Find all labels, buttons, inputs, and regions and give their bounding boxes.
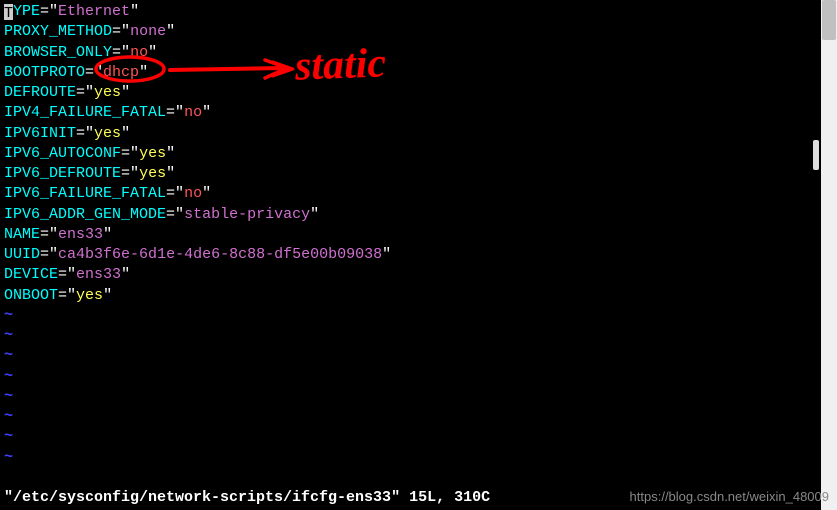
config-line: IPV4_FAILURE_FATAL="no" bbox=[4, 103, 833, 123]
config-line: IPV6_ADDR_GEN_MODE="stable-privacy" bbox=[4, 205, 833, 225]
vim-empty-line-tilde: ~ bbox=[4, 448, 833, 468]
scroll-marker bbox=[813, 140, 819, 170]
config-line: UUID="ca4b3f6e-6d1e-4de6-8c88-df5e00b090… bbox=[4, 245, 833, 265]
config-line: BOOTPROTO="dhcp" bbox=[4, 63, 833, 83]
vim-empty-line-tilde: ~ bbox=[4, 346, 833, 366]
config-line: IPV6_FAILURE_FATAL="no" bbox=[4, 184, 833, 204]
config-line: BROWSER_ONLY="no" bbox=[4, 43, 833, 63]
vim-empty-line-tilde: ~ bbox=[4, 306, 833, 326]
vim-status-line: "/etc/sysconfig/network-scripts/ifcfg-en… bbox=[4, 488, 490, 508]
config-line: IPV6_AUTOCONF="yes" bbox=[4, 144, 833, 164]
config-line: TYPE="Ethernet" bbox=[4, 2, 833, 22]
terminal-editor[interactable]: TYPE="Ethernet"PROXY_METHOD="none"BROWSE… bbox=[0, 0, 837, 510]
vim-empty-line-tilde: ~ bbox=[4, 387, 833, 407]
vertical-scrollbar[interactable] bbox=[821, 0, 837, 510]
config-line: IPV6_DEFROUTE="yes" bbox=[4, 164, 833, 184]
vim-empty-line-tilde: ~ bbox=[4, 407, 833, 427]
config-line: NAME="ens33" bbox=[4, 225, 833, 245]
csdn-watermark: https://blog.csdn.net/weixin_48009 bbox=[630, 488, 829, 506]
config-line: DEFROUTE="yes" bbox=[4, 83, 833, 103]
config-line: ONBOOT="yes" bbox=[4, 286, 833, 306]
config-line: IPV6INIT="yes" bbox=[4, 124, 833, 144]
vim-empty-line-tilde: ~ bbox=[4, 326, 833, 346]
scrollbar-thumb[interactable] bbox=[822, 0, 836, 40]
vim-empty-line-tilde: ~ bbox=[4, 427, 833, 447]
config-line: DEVICE="ens33" bbox=[4, 265, 833, 285]
config-line: PROXY_METHOD="none" bbox=[4, 22, 833, 42]
vim-empty-line-tilde: ~ bbox=[4, 367, 833, 387]
cursor: T bbox=[4, 4, 13, 21]
